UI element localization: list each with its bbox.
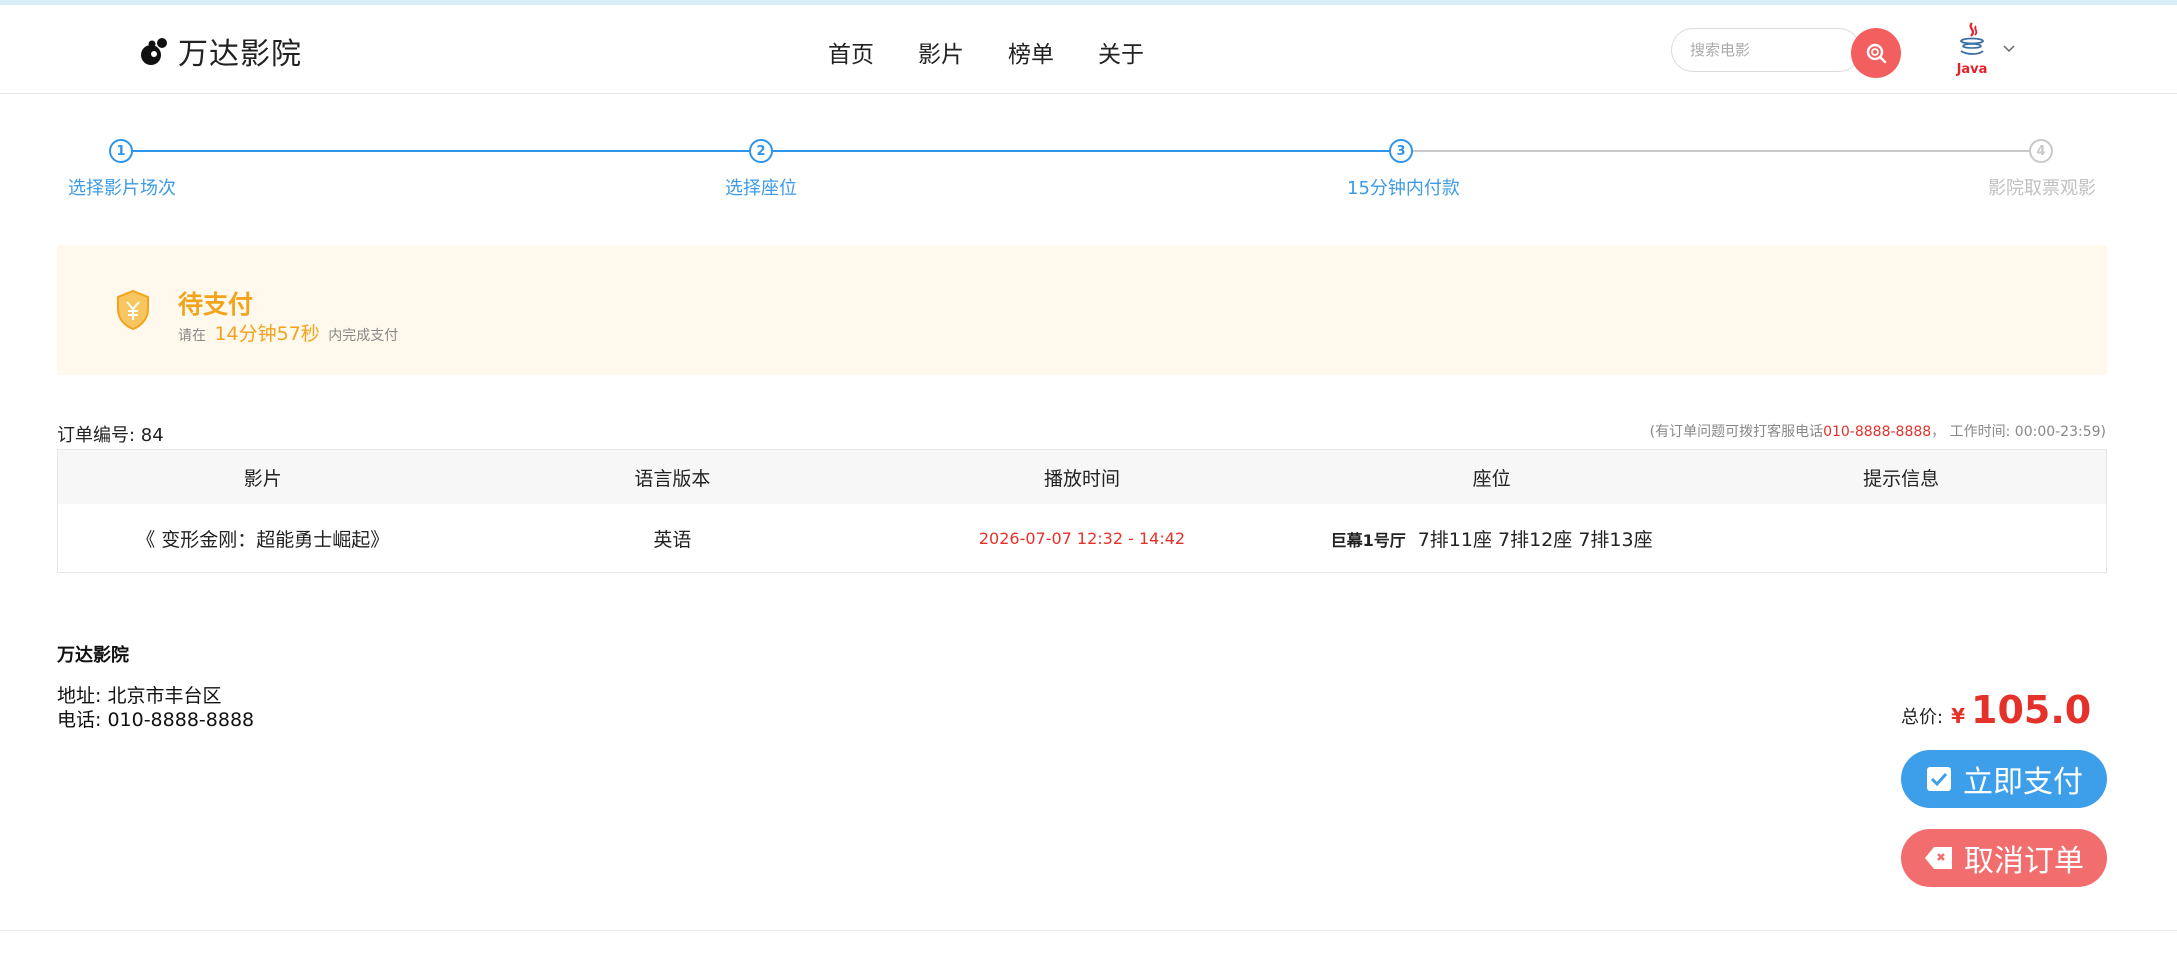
step-3-label: 15分钟内付款 bbox=[1347, 178, 1460, 199]
step-2-circle: 2 bbox=[749, 139, 773, 163]
search-box bbox=[1671, 28, 1861, 74]
nav-movies[interactable]: 影片 bbox=[918, 35, 964, 69]
pay-now-label: 立即支付 bbox=[1963, 765, 2083, 800]
step-line-3 bbox=[1413, 150, 2039, 152]
cell-showtime: 2026-07-07 12:32 - 14:42 bbox=[978, 528, 1186, 548]
step-4-label: 影院取票观影 bbox=[1988, 178, 2096, 199]
countdown-prefix: 请在 bbox=[178, 328, 206, 344]
cell-seats: 巨幕1号厅 7排11座 7排12座 7排13座 bbox=[1287, 525, 1697, 552]
step-line-2 bbox=[773, 150, 1401, 152]
nav-home[interactable]: 首页 bbox=[828, 35, 874, 69]
order-table: 影片 语言版本 播放时间 座位 提示信息 《 变形金刚：超能勇士崛起》 英语 2… bbox=[57, 449, 2107, 573]
java-logo-icon bbox=[1960, 22, 1984, 55]
cell-movie: 《 变形金刚：超能勇士崛起》 bbox=[136, 528, 390, 551]
cinema-address: 地址: 北京市丰台区 bbox=[57, 685, 222, 707]
site-header: 万达影院 首页 影片 榜单 关于 Java bbox=[0, 5, 2177, 94]
java-logo-label: Java bbox=[1956, 62, 1988, 77]
col-seats: 座位 bbox=[1472, 467, 1511, 490]
site-logo[interactable]: 万达影院 bbox=[138, 29, 302, 73]
step-4-circle: 4 bbox=[2029, 139, 2053, 163]
shield-yen-icon bbox=[117, 289, 149, 331]
col-movie: 影片 bbox=[243, 467, 282, 490]
pending-title: 待支付 bbox=[178, 290, 254, 319]
checkbox-icon bbox=[1927, 767, 1951, 791]
countdown-suffix: 内完成支付 bbox=[328, 328, 399, 344]
step-1-circle: 1 bbox=[109, 139, 133, 163]
table-row: 《 变形金刚：超能勇士崛起》 英语 2026-07-07 12:32 - 14:… bbox=[58, 504, 2106, 572]
nav-about[interactable]: 关于 bbox=[1098, 35, 1144, 69]
step-1-label: 选择影片场次 bbox=[68, 178, 176, 199]
order-number: 订单编号: 84 bbox=[57, 425, 164, 446]
cancel-order-button[interactable]: 取消订单 bbox=[1901, 829, 2107, 887]
main-nav: 首页 影片 榜单 关于 bbox=[828, 35, 1144, 69]
search-icon bbox=[1866, 43, 1887, 64]
pending-payment-panel: 待支付 请在 14分钟57秒 内完成支付 bbox=[57, 245, 2107, 375]
total-label: 总价: bbox=[1901, 707, 1944, 728]
countdown-time: 14分钟57秒 bbox=[214, 323, 320, 345]
support-phone: 010-8888-8888 bbox=[1823, 424, 1932, 440]
pending-countdown: 请在 14分钟57秒 内完成支付 bbox=[178, 319, 398, 346]
currency-symbol: ¥ bbox=[1951, 704, 1965, 728]
tag-back-icon bbox=[1925, 847, 1952, 869]
logo-text: 万达影院 bbox=[178, 37, 302, 72]
support-hint-suffix: ， 工作时间: 00:00-23:59) bbox=[1931, 424, 2106, 440]
step-3-circle: 3 bbox=[1389, 139, 1413, 163]
support-hint-prefix: (有订单问题可拨打客服电话 bbox=[1649, 424, 1824, 440]
support-hint: (有订单问题可拨打客服电话010-8888-8888， 工作时间: 00:00-… bbox=[1650, 421, 2106, 441]
user-avatar[interactable]: Java bbox=[1955, 21, 1989, 76]
nav-rankings[interactable]: 榜单 bbox=[1008, 35, 1054, 69]
cinema-phone: 电话: 010-8888-8888 bbox=[57, 709, 255, 731]
total-value: 105.0 bbox=[1971, 688, 2092, 732]
order-steps: 1 2 3 4 选择影片场次 选择座位 15分钟内付款 影院取票观影 bbox=[0, 130, 2177, 210]
cancel-order-label: 取消订单 bbox=[1964, 844, 2084, 879]
step-2-label: 选择座位 bbox=[725, 178, 797, 199]
user-menu[interactable]: Java bbox=[1955, 21, 2015, 76]
col-showtime: 播放时间 bbox=[1043, 467, 1120, 490]
logo-icon bbox=[141, 38, 167, 65]
search-button[interactable] bbox=[1851, 28, 1901, 78]
pay-now-button[interactable]: 立即支付 bbox=[1901, 750, 2107, 808]
cell-language: 英语 bbox=[653, 528, 692, 551]
seat-list: 7排11座 7排12座 7排13座 bbox=[1417, 528, 1653, 551]
table-header: 影片 语言版本 播放时间 座位 提示信息 bbox=[58, 450, 2106, 504]
step-line-1 bbox=[121, 150, 761, 152]
col-language: 语言版本 bbox=[634, 467, 711, 490]
col-tips: 提示信息 bbox=[1863, 467, 1940, 490]
total-price: 总价: ¥ 105.0 bbox=[1901, 688, 2091, 732]
hall-name: 巨幕1号厅 bbox=[1330, 530, 1406, 550]
search-input[interactable] bbox=[1671, 28, 1861, 72]
chevron-down-icon[interactable] bbox=[2003, 44, 2015, 53]
cinema-name: 万达影院 bbox=[57, 645, 129, 666]
footer-divider bbox=[0, 930, 2177, 931]
